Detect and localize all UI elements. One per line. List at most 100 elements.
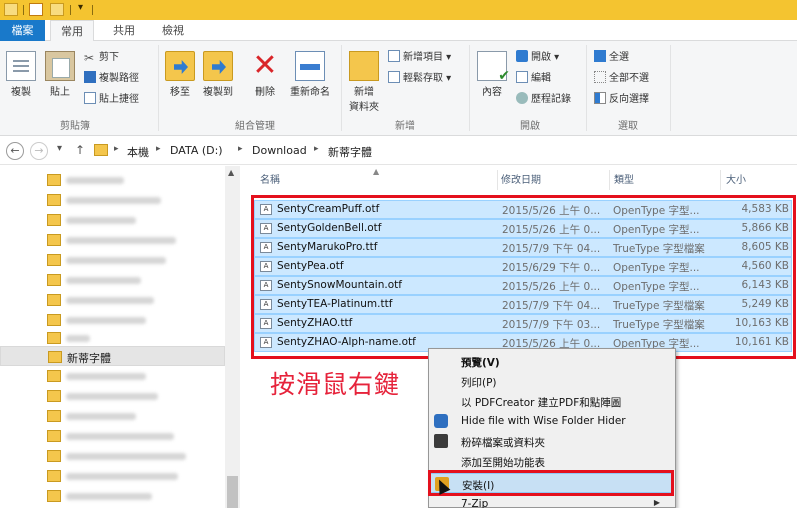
submenu-arrow-icon: ▶ [653,498,660,507]
breadcrumb-data-drive[interactable]: DATA (D:) [170,144,223,157]
history-button[interactable]: 歷程記錄 [516,91,571,108]
column-header-size[interactable]: 大小 [726,166,746,196]
group-label-open: 開啟 [520,121,540,132]
select-none-button[interactable]: 全部不選 [594,70,649,87]
nav-folder-item[interactable] [0,446,225,466]
nav-folder-item[interactable] [0,310,225,330]
breadcrumb-download[interactable]: Download [252,144,307,157]
menu-item-pin-to-start[interactable]: 添加至開始功能表 [430,451,674,471]
folder-icon [47,194,61,206]
copy-button[interactable]: 複製 [6,51,36,98]
cut-button[interactable]: ✂ 剪下 [84,49,119,66]
up-button[interactable]: ↑ [75,143,85,157]
new-folder-quick-icon[interactable] [50,3,64,16]
nav-folder-item[interactable] [0,386,225,406]
folder-icon [47,174,61,186]
tab-share[interactable]: 共用 [102,20,146,41]
forward-button[interactable]: → [30,142,48,160]
move-to-label: 移至 [170,87,190,98]
column-header-name[interactable]: 名稱 [260,166,280,196]
navigation-pane: 新蒂字體 [0,166,240,508]
nav-folder-item[interactable] [0,190,225,210]
edit-button[interactable]: 編輯 [516,70,551,87]
column-separator[interactable] [609,170,610,190]
chevron-right-icon[interactable]: ▸ [156,144,161,154]
move-to-button[interactable]: 移至 [164,51,196,98]
group-label-new: 新增 [395,121,415,132]
nav-folder-item[interactable] [0,290,225,310]
nav-folder-item[interactable] [0,328,225,348]
blurred-folder-name [66,197,161,204]
nav-folder-item[interactable] [0,230,225,250]
copy-path-button[interactable]: 複製路徑 [84,70,139,87]
highlight-box-files [251,195,796,359]
folder-icon [47,410,61,422]
copy-to-icon [203,51,233,81]
group-separator [341,45,342,131]
menu-item-preview[interactable]: 預覽(V) [430,351,674,371]
nav-scrollbar[interactable]: ▲ [225,166,240,508]
chevron-right-icon[interactable]: ▸ [114,144,119,154]
tab-home[interactable]: 常用 [50,20,94,42]
breadcrumb-current-folder[interactable]: 新蒂字體 [328,144,372,160]
menu-item-print[interactable]: 列印(P) [430,371,674,391]
rename-label: 重新命名 [290,87,330,98]
nav-folder-item[interactable] [0,170,225,190]
separator [92,5,93,15]
menu-item-label: 添加至開始功能表 [461,457,545,469]
nav-folder-item[interactable] [0,366,225,386]
new-folder-button[interactable]: 新增 資料夾 [346,51,382,113]
invert-selection-icon [594,92,606,104]
menu-item-hide-file[interactable]: Hide file with Wise Folder Hider [430,411,674,431]
select-all-button[interactable]: 全選 [594,49,629,66]
menu-item-shred[interactable]: 粉碎檔案或資料夾 [430,431,674,451]
menu-item-7zip[interactable]: 7-Zip ▶ [430,494,674,508]
nav-folder-item[interactable] [0,270,225,290]
chevron-right-icon[interactable]: ▸ [314,144,319,154]
folder-icon [47,274,61,286]
open-label: 開啟 ▾ [531,52,560,63]
nav-folder-item[interactable] [0,426,225,446]
nav-folder-item[interactable] [0,250,225,270]
blurred-folder-name [66,277,141,284]
back-button[interactable]: ← [6,142,24,160]
copy-to-button[interactable]: 複製到 [200,51,236,98]
nav-folder-item[interactable] [0,210,225,230]
delete-button[interactable]: ✕ 刪除 [250,51,280,99]
paste-shortcut-button[interactable]: 貼上捷徑 [84,91,139,108]
rename-button[interactable]: 重新命名 [286,51,334,98]
folder-icon [47,332,61,344]
breadcrumb-this-pc[interactable]: 本機 [127,144,149,160]
properties-button[interactable]: 內容 [476,51,510,98]
tab-file[interactable]: 檔案 [0,20,45,41]
properties-quick-icon[interactable] [29,3,43,16]
paste-button[interactable]: 貼上 [44,51,76,98]
tab-view[interactable]: 檢視 [151,20,195,41]
blurred-folder-name [66,373,146,380]
copy-label: 複製 [11,87,31,98]
recent-locations-icon[interactable]: ▾ [57,143,62,154]
nav-folder-item[interactable] [0,486,225,506]
easy-access-button[interactable]: 輕鬆存取 ▾ [388,70,451,87]
column-header-date[interactable]: 修改日期 [501,166,541,196]
new-folder-label-line2: 資料夾 [349,102,379,113]
paste-icon [45,51,75,81]
invert-selection-button[interactable]: 反向選擇 [594,91,649,108]
blurred-folder-name [66,453,186,460]
folder-icon [47,450,61,462]
column-separator[interactable] [497,170,498,190]
column-header-type[interactable]: 類型 [614,166,634,196]
nav-folder-item[interactable] [0,406,225,426]
new-item-button[interactable]: 新增項目 ▾ [388,49,451,66]
scroll-up-icon[interactable]: ▲ [228,168,234,177]
paste-label: 貼上 [50,87,70,98]
scroll-thumb[interactable] [227,476,238,508]
customize-quick-access-icon[interactable]: ▾ [78,2,83,13]
open-button[interactable]: 開啟 ▾ [516,49,559,66]
column-separator[interactable] [720,170,721,190]
nav-folder-item-selected[interactable]: 新蒂字體 [0,346,225,366]
nav-folder-item[interactable] [0,466,225,486]
open-icon [516,50,528,62]
chevron-right-icon[interactable]: ▸ [238,144,243,154]
menu-item-pdfcreator[interactable]: 以 PDFCreator 建立PDF和點陣圖 [430,391,674,411]
